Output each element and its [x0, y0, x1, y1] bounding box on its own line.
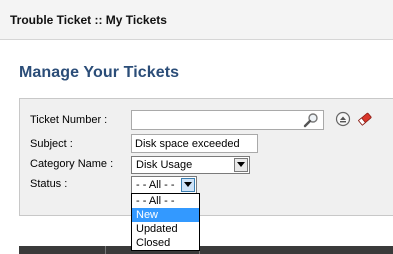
- status-dropdown-list: - - All - - New Updated Closed: [131, 193, 200, 251]
- ticket-number-label: Ticket Number :: [30, 114, 108, 126]
- status-selected-value: - - All - -: [136, 179, 175, 191]
- category-name-label: Category Name :: [30, 158, 114, 170]
- tickets-table-header: [19, 246, 393, 254]
- title-bar: Trouble Ticket :: My Tickets: [0, 0, 393, 40]
- status-select[interactable]: - - All - -: [131, 176, 197, 194]
- eraser-icon[interactable]: [356, 111, 374, 130]
- ticket-number-input[interactable]: [131, 110, 324, 130]
- status-option-all[interactable]: - - All - -: [132, 194, 199, 208]
- chevron-down-icon[interactable]: [234, 158, 248, 172]
- status-option-new[interactable]: New: [132, 208, 199, 222]
- subject-input[interactable]: Disk space exceeded: [131, 134, 258, 153]
- page-title: Manage Your Tickets: [19, 64, 180, 81]
- status-option-closed[interactable]: Closed: [132, 236, 199, 250]
- chevron-down-icon[interactable]: [181, 178, 195, 192]
- magnifier-icon[interactable]: [303, 112, 319, 131]
- eject-icon[interactable]: [335, 111, 351, 130]
- subject-label: Subject :: [30, 138, 73, 150]
- window-title: Trouble Ticket :: My Tickets: [10, 13, 167, 27]
- category-select[interactable]: Disk Usage: [131, 156, 250, 174]
- status-label: Status :: [30, 178, 68, 190]
- category-selected-value: Disk Usage: [136, 159, 193, 171]
- status-option-updated[interactable]: Updated: [132, 222, 199, 236]
